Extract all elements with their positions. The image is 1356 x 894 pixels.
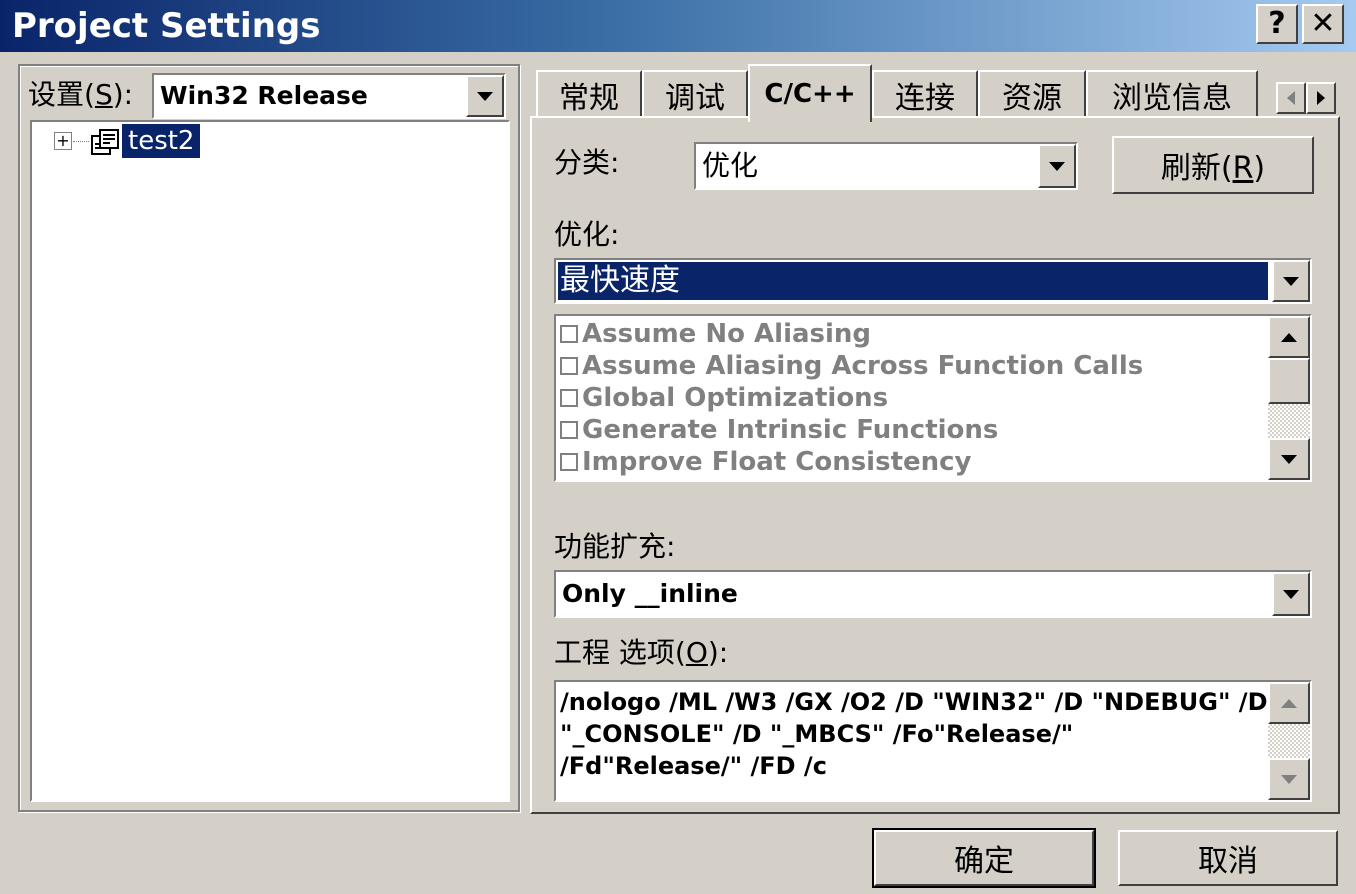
option-assume-no-aliasing[interactable]: Assume No Aliasing — [560, 318, 1143, 350]
project-options-line: /nologo /ML /W3 /GX /O2 /D "WIN32" /D "N… — [560, 688, 1268, 716]
optimization-label: 优化: — [554, 218, 620, 251]
chevron-down-icon — [1049, 161, 1065, 171]
optimization-dropdown-button[interactable] — [1272, 260, 1310, 302]
settings-label: 设置(S): — [28, 78, 134, 111]
config-dropdown-button[interactable] — [466, 75, 504, 117]
project-options-text: /nologo /ML /W3 /GX /O2 /D "WIN32" /D "N… — [560, 686, 1267, 782]
chevron-down-icon — [1283, 276, 1299, 286]
category-dropdown-button[interactable] — [1038, 144, 1076, 188]
tab-link[interactable]: 连接 — [872, 70, 978, 118]
option-global-optimizations[interactable]: Global Optimizations — [560, 382, 1143, 414]
optimization-value: 最快速度 — [558, 262, 1268, 300]
tab-scroll-left-button[interactable] — [1276, 82, 1306, 114]
tree-item-test2[interactable]: test2 — [122, 124, 201, 158]
options-scrollbar[interactable] — [1268, 316, 1310, 480]
help-icon: ? — [1268, 6, 1286, 41]
reset-button[interactable]: 刷新(R) — [1112, 136, 1314, 194]
cancel-button[interactable]: 取消 — [1118, 830, 1338, 886]
inline-expansion-dropdown-button[interactable] — [1272, 572, 1310, 616]
scroll-thumb[interactable] — [1268, 358, 1310, 404]
project-options-line: "_CONSOLE" /D "_MBCS" /Fo"Release/" — [560, 720, 1074, 748]
options-checklist[interactable]: Assume No Aliasing Assume Aliasing Acros… — [554, 314, 1312, 482]
checkbox-icon[interactable] — [560, 325, 578, 343]
tab-debug[interactable]: 调试 — [642, 70, 748, 118]
checkbox-icon[interactable] — [560, 453, 578, 471]
tree-expand-icon[interactable]: + — [54, 132, 72, 150]
arrow-up-icon — [1281, 332, 1297, 342]
option-generate-intrinsic-functions[interactable]: Generate Intrinsic Functions — [560, 414, 1143, 446]
options-list: Assume No Aliasing Assume Aliasing Acros… — [560, 318, 1143, 478]
close-icon: ✕ — [1310, 6, 1336, 41]
arrow-up-icon — [1281, 698, 1297, 708]
project-options-line: /Fd"Release/" /FD /c — [560, 752, 827, 780]
tab-browse-info[interactable]: 浏览信息 — [1086, 70, 1258, 118]
tree-connector — [73, 141, 89, 142]
inline-expansion-label: 功能扩充: — [554, 530, 676, 563]
option-improve-float-consistency[interactable]: Improve Float Consistency — [560, 446, 1143, 478]
config-dropdown[interactable]: Win32 Release — [152, 73, 506, 119]
tab-general[interactable]: 常规 — [536, 70, 642, 118]
inline-expansion-value: Only __inline — [562, 579, 738, 608]
help-button[interactable]: ? — [1256, 4, 1298, 44]
inline-expansion-dropdown[interactable]: Only __inline — [554, 570, 1312, 618]
window-title: Project Settings — [12, 6, 321, 46]
chevron-left-icon — [1287, 91, 1295, 105]
project-options-textarea[interactable]: /nologo /ML /W3 /GX /O2 /D "WIN32" /D "N… — [554, 680, 1312, 802]
close-button[interactable]: ✕ — [1302, 4, 1344, 44]
arrow-down-icon — [1281, 774, 1297, 784]
scroll-up-button[interactable] — [1268, 316, 1310, 358]
project-tree[interactable]: + test2 — [30, 120, 510, 802]
tab-scroll-right-button[interactable] — [1306, 82, 1336, 114]
project-options-scrollbar[interactable] — [1268, 682, 1310, 800]
config-value: Win32 Release — [160, 81, 368, 110]
checkbox-icon[interactable] — [560, 357, 578, 375]
tab-cpp[interactable]: C/C++ — [748, 64, 872, 122]
project-icon — [90, 128, 120, 156]
category-value: 优化 — [702, 149, 759, 182]
chevron-down-icon — [477, 91, 493, 101]
checkbox-icon[interactable] — [560, 389, 578, 407]
category-label: 分类: — [554, 146, 620, 179]
scroll-up-button[interactable] — [1268, 682, 1310, 724]
arrow-down-icon — [1281, 454, 1297, 464]
ok-button[interactable]: 确定 — [872, 828, 1096, 888]
category-dropdown[interactable]: 优化 — [694, 142, 1078, 190]
scroll-down-button[interactable] — [1268, 438, 1310, 480]
project-options-label: 工程 选项(O): — [554, 636, 729, 669]
scroll-down-button[interactable] — [1268, 758, 1310, 800]
optimization-dropdown[interactable]: 最快速度 — [554, 258, 1312, 304]
title-bar: Project Settings ? ✕ — [0, 0, 1356, 52]
chevron-down-icon — [1283, 589, 1299, 599]
option-assume-aliasing-across-calls[interactable]: Assume Aliasing Across Function Calls — [560, 350, 1143, 382]
reset-label: 刷新(R) — [1160, 151, 1266, 186]
checkbox-icon[interactable] — [560, 421, 578, 439]
tab-resources[interactable]: 资源 — [978, 70, 1086, 118]
chevron-right-icon — [1317, 91, 1325, 105]
